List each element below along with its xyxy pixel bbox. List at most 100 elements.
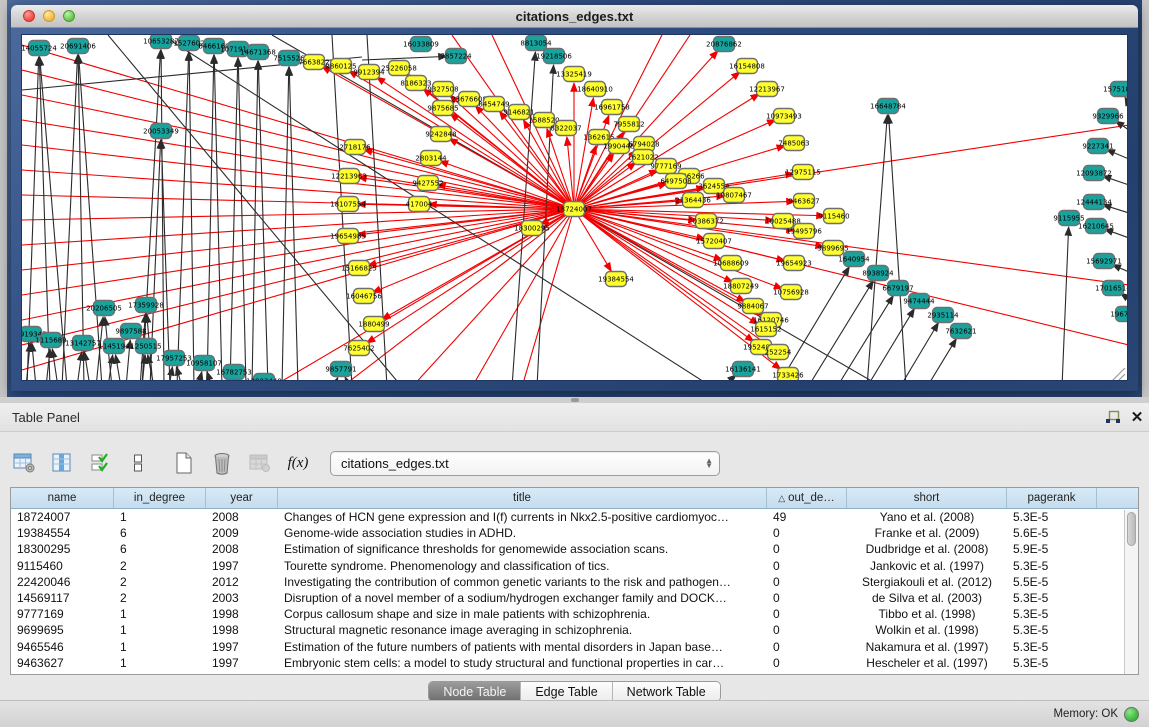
cell-short: Stergiakouli et al. (2012) [847, 575, 1007, 589]
graph-node[interactable]: 16033809 [403, 37, 439, 52]
column-header-out_de[interactable]: △out_de… [767, 488, 847, 508]
cell-out_de: 0 [767, 591, 847, 605]
graph-node[interactable]: 20691406 [60, 39, 96, 54]
graph-node[interactable]: 7955812 [613, 117, 644, 132]
graph-node[interactable]: 417004 [406, 197, 433, 212]
svg-text:15692971: 15692971 [1086, 257, 1122, 265]
graph-node[interactable]: 16648784 [870, 99, 906, 114]
graph-node[interactable]: 8938924 [862, 266, 894, 281]
table-mode-button[interactable] [10, 448, 38, 478]
table-row[interactable]: 911546021997Tourette syndrome. Phenomeno… [11, 558, 1138, 574]
network-canvas[interactable]: 1405572420691406106532871527602646616010… [21, 34, 1128, 381]
graph-node[interactable]: 9427552 [412, 176, 443, 191]
cell-short: Nakamura et al. (1997) [847, 640, 1007, 654]
graph-node[interactable]: 12975115 [785, 165, 821, 180]
tab-edge-table[interactable]: Edge Table [521, 682, 612, 701]
graph-node[interactable]: 9227341 [1082, 139, 1113, 154]
graph-node[interactable]: 10688609 [713, 256, 749, 271]
svg-text:8938924: 8938924 [862, 269, 894, 277]
graph-node[interactable]: 16961758 [594, 100, 630, 115]
graph-node[interactable]: 9897588 [115, 324, 146, 339]
graph-node[interactable]: 19384554 [598, 272, 634, 287]
float-panel-button[interactable] [1101, 406, 1125, 428]
graph-node[interactable]: 7485063 [778, 136, 809, 151]
graph-node[interactable]: 1733426 [772, 368, 804, 382]
graph-node[interactable]: 12093872 [1076, 166, 1112, 181]
graph-node[interactable]: 18640910 [577, 82, 613, 97]
row-height-button[interactable] [124, 448, 152, 478]
graph-node[interactable]: 12213967 [749, 82, 785, 97]
new-column-button[interactable] [170, 448, 198, 478]
graph-node[interactable]: 9474444 [903, 294, 935, 309]
graph-node[interactable]: 6679197 [882, 281, 913, 296]
graph-node[interactable]: 7857224 [440, 49, 472, 64]
table-row[interactable]: 1830029562008Estimation of significance … [11, 541, 1138, 557]
vertical-scrollbar[interactable] [1124, 510, 1138, 674]
graph-node[interactable]: 25226058 [381, 61, 417, 76]
graph-node[interactable]: 9857791 [325, 362, 356, 377]
graph-node[interactable]: 17359928 [128, 298, 164, 313]
column-header-year[interactable]: year [206, 488, 278, 508]
table-selector-dropdown[interactable]: citations_edges.txt ▲▼ [330, 451, 720, 476]
graph-node[interactable]: 7632621 [945, 324, 976, 339]
import-table-button[interactable] [246, 448, 274, 478]
tab-network-table[interactable]: Network Table [613, 682, 720, 701]
table-row[interactable]: 969969511998Structural magnetic resonanc… [11, 622, 1138, 638]
svg-text:9463627: 9463627 [788, 197, 819, 205]
column-header-pagerank[interactable]: pagerank [1007, 488, 1097, 508]
column-header-in_degree[interactable]: in_degree [114, 488, 206, 508]
table-row[interactable]: 1938455462009Genome-wide association stu… [11, 525, 1138, 541]
graph-node[interactable]: 15166825 [341, 261, 377, 276]
graph-node[interactable]: 1145194 [98, 339, 130, 354]
column-header-name[interactable]: name [11, 488, 114, 508]
tab-node-table[interactable]: Node Table [429, 682, 521, 701]
close-panel-button[interactable]: ✕ [1125, 406, 1149, 428]
graph-node[interactable]: 19654985 [330, 229, 366, 244]
graph-node[interactable]: 9884067 [737, 299, 768, 314]
table-row[interactable]: 946554611997Estimation of the future num… [11, 639, 1138, 655]
graph-node[interactable]: 15751874 [1103, 82, 1128, 97]
graph-node[interactable]: 20876862 [706, 37, 742, 52]
graph-node[interactable]: 18107554 [330, 197, 366, 212]
scrollbar-thumb[interactable] [1127, 512, 1136, 546]
select-columns-button[interactable] [86, 448, 114, 478]
graph-node[interactable]: 1880499 [358, 317, 389, 332]
graph-node[interactable]: 19654923 [776, 256, 812, 271]
svg-text:9427552: 9427552 [412, 179, 443, 187]
column-header-title[interactable]: title [278, 488, 767, 508]
table-row[interactable]: 1872400712008Changes of HCN gene express… [11, 509, 1138, 525]
graph-node[interactable]: 9329966 [1092, 109, 1124, 124]
graph-node[interactable]: 2935114 [927, 308, 959, 323]
graph-node[interactable]: 9463627 [788, 194, 819, 209]
show-columns-button[interactable] [48, 448, 76, 478]
table-row[interactable]: 2242004622012Investigating the contribut… [11, 574, 1138, 590]
svg-text:1615152: 1615152 [750, 325, 781, 333]
memory-ok-icon[interactable] [1124, 707, 1139, 722]
graph-node[interactable]: 252254 [765, 345, 792, 360]
svg-text:10973493: 10973493 [766, 112, 802, 120]
table-body: 1872400712008Changes of HCN gene express… [11, 509, 1138, 671]
graph-node[interactable]: 17016514 [1095, 281, 1128, 296]
table-row[interactable]: 977716911998Corpus callosum shape and si… [11, 606, 1138, 622]
column-header-short[interactable]: short [847, 488, 1007, 508]
graph-node[interactable]: 1967534 [1110, 307, 1128, 322]
function-builder-button[interactable]: f(x) [284, 448, 312, 478]
graph-node[interactable]: 13325419 [556, 67, 592, 82]
window-titlebar[interactable]: citations_edges.txt [11, 5, 1138, 28]
graph-node[interactable]: 14055724 [22, 41, 57, 56]
cell-in_degree: 6 [114, 542, 206, 556]
table-row[interactable]: 946362711997Embryonic stem cells: a mode… [11, 655, 1138, 671]
graph-node[interactable]: 16136141 [725, 362, 761, 377]
table-row[interactable]: 1456911722003Disruption of a novel membe… [11, 590, 1138, 606]
graph-node[interactable]: 20206505 [86, 301, 122, 316]
graph-node[interactable]: 1250515 [130, 339, 161, 354]
graph-node[interactable]: 2718176 [339, 140, 371, 155]
cell-pagerank: 5.3E-5 [1007, 591, 1097, 605]
delete-column-button[interactable] [208, 448, 236, 478]
svg-text:9897588: 9897588 [115, 327, 146, 335]
divider-grip-icon[interactable] [571, 398, 579, 402]
graph-node[interactable]: 12444134 [1076, 195, 1112, 210]
graph-node[interactable]: 16154808 [729, 59, 765, 74]
graph-node[interactable]: 9115460 [818, 209, 849, 224]
node-table[interactable]: namein_degreeyeartitle△out_de…shortpager… [10, 487, 1139, 675]
